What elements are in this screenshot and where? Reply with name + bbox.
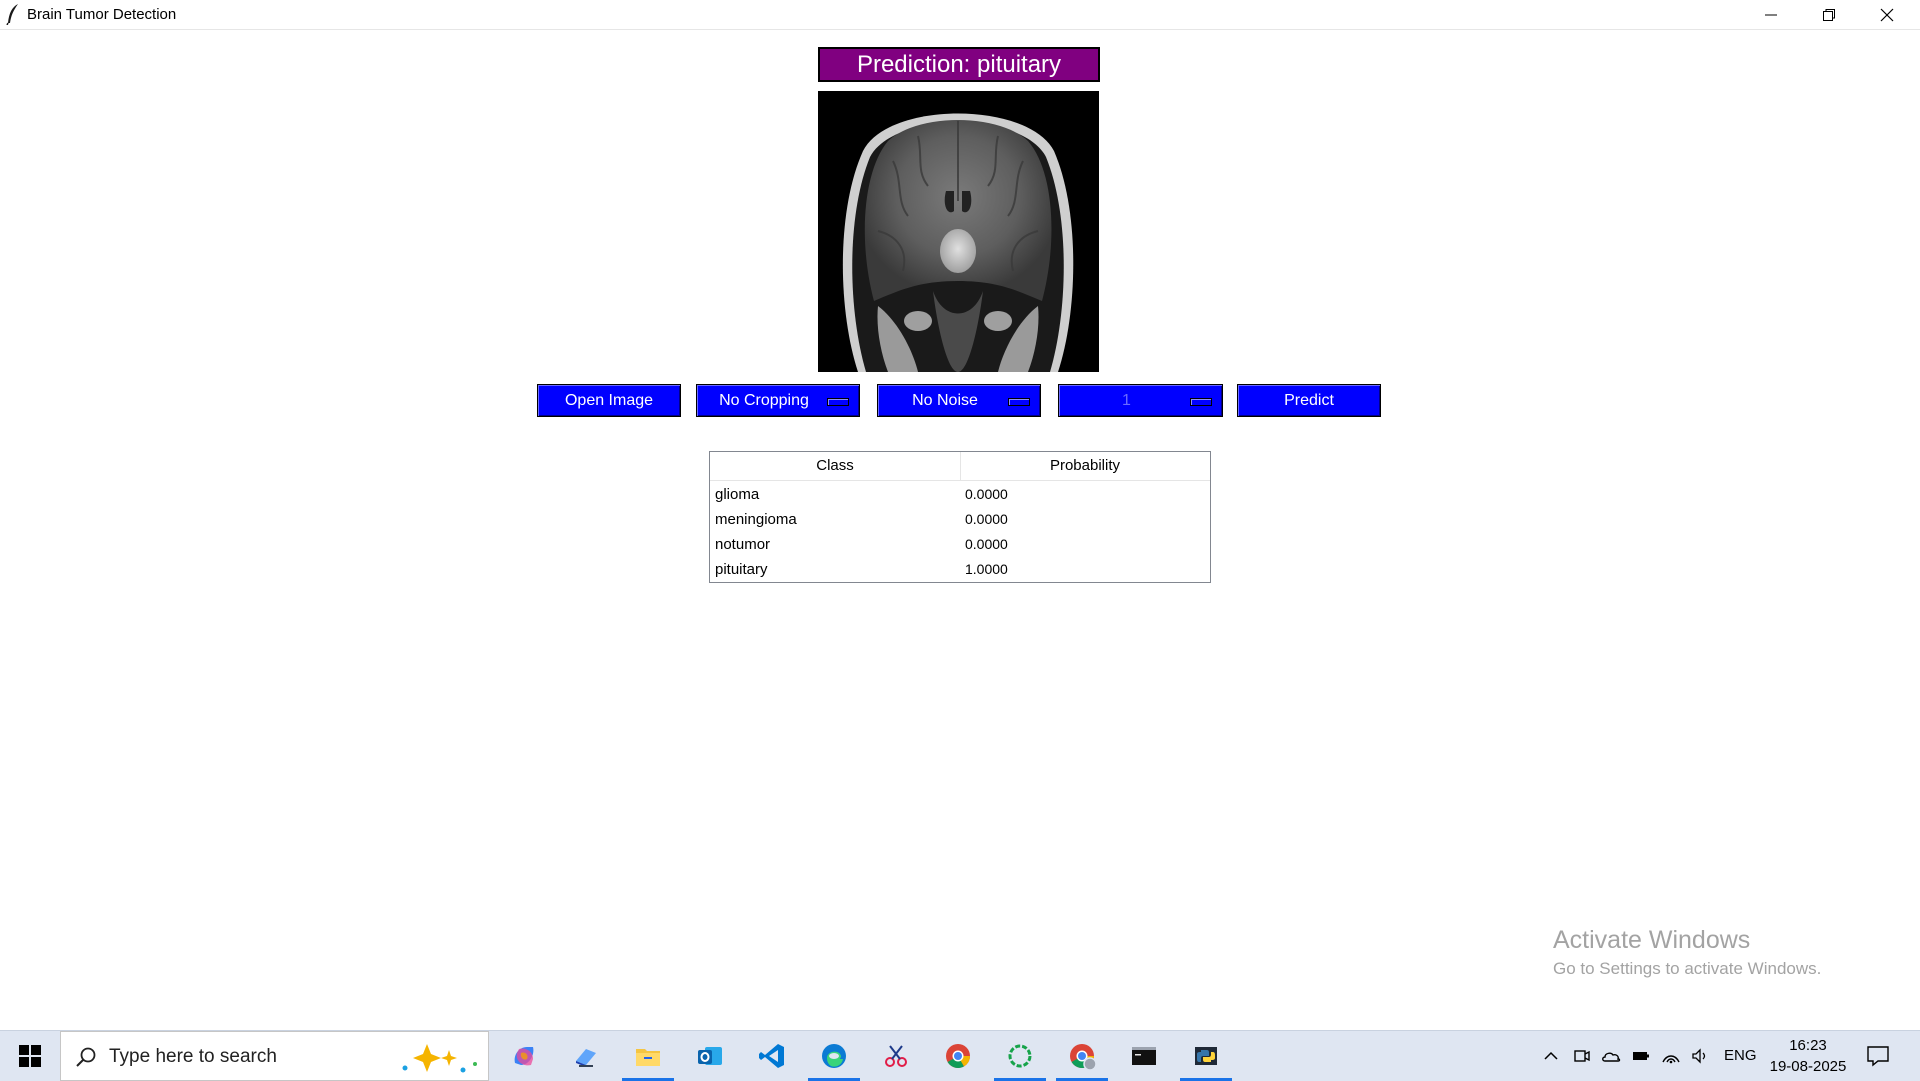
taskbar-terminal[interactable] — [1114, 1031, 1174, 1081]
window-title: Brain Tumor Detection — [27, 6, 177, 23]
input-language[interactable]: ENG — [1724, 1047, 1757, 1064]
noise-dropdown[interactable]: No Noise — [877, 384, 1041, 417]
dropdown-indicator-icon — [1190, 398, 1212, 406]
table-row[interactable]: pituitary 1.0000 — [710, 557, 1210, 582]
class-cell: meningioma — [715, 511, 797, 528]
class-cell: notumor — [715, 536, 771, 553]
dropdown-indicator-icon — [1008, 398, 1030, 406]
column-header-probability[interactable]: Probability — [960, 452, 1210, 480]
sparkle-icon — [402, 1044, 477, 1073]
loading-ring-icon — [1008, 1044, 1032, 1068]
open-image-label: Open Image — [564, 391, 654, 409]
probability-cell: 0.0000 — [965, 511, 1008, 527]
probability-cell: 0.0000 — [965, 486, 1008, 502]
meet-icon[interactable] — [1572, 1046, 1592, 1066]
chevron-up-icon[interactable] — [1541, 1046, 1561, 1066]
taskbar-clock[interactable]: 16:23 19-08-2025 — [1766, 1035, 1850, 1077]
taskbar-snipping-tool[interactable] — [866, 1031, 926, 1081]
activation-watermark: Activate Windows Go to Settings to activ… — [1553, 924, 1821, 980]
taskbar: Type here to search ENG 16:23 19-08-2025 — [0, 1030, 1920, 1081]
restore-button[interactable] — [1800, 0, 1858, 29]
volume-icon[interactable] — [1690, 1046, 1710, 1066]
windows-logo-icon — [19, 1045, 41, 1067]
clock-time: 16:23 — [1789, 1037, 1827, 1054]
edge-icon — [822, 1044, 846, 1068]
table-row[interactable]: notumor 0.0000 — [710, 532, 1210, 557]
wifi-icon[interactable] — [1661, 1046, 1681, 1066]
predict-label: Predict — [1284, 391, 1334, 409]
clock-date: 19-08-2025 — [1769, 1058, 1847, 1075]
table-row[interactable]: meningioma 0.0000 — [710, 507, 1210, 532]
close-icon — [1880, 8, 1894, 21]
probability-cell: 0.0000 — [965, 536, 1008, 552]
onedrive-icon[interactable] — [1601, 1046, 1621, 1066]
restore-icon — [1823, 8, 1835, 21]
mri-image — [818, 91, 1099, 372]
chrome-icon — [946, 1044, 970, 1069]
results-table[interactable]: Class Probability glioma 0.0000 meningio… — [709, 451, 1211, 583]
taskbar-edge[interactable] — [804, 1031, 864, 1081]
class-cell: glioma — [715, 486, 760, 503]
cropping-dropdown[interactable]: No Cropping — [696, 384, 860, 417]
battery-icon[interactable] — [1631, 1046, 1651, 1066]
watermark-subtitle: Go to Settings to activate Windows. — [1553, 959, 1822, 978]
class-cell: pituitary — [715, 561, 768, 578]
taskbar-file-explorer[interactable] — [618, 1031, 678, 1081]
probability-cell: 1.0000 — [965, 561, 1008, 577]
desktop-icon — [576, 1049, 596, 1067]
notification-icon[interactable] — [1866, 1045, 1890, 1067]
minimize-button[interactable] — [1742, 0, 1800, 29]
file-explorer-icon — [636, 1049, 660, 1066]
start-button[interactable] — [0, 1031, 60, 1081]
snipping-tool-icon — [885, 1045, 907, 1067]
taskbar-vscode[interactable] — [742, 1031, 802, 1081]
copilot-icon — [514, 1047, 534, 1066]
feather-icon — [4, 3, 22, 26]
table-header: Class Probability — [710, 452, 1210, 481]
taskbar-copilot[interactable] — [494, 1031, 554, 1081]
prediction-label: Prediction: pituitary — [818, 47, 1100, 82]
open-image-button[interactable]: Open Image — [537, 384, 681, 417]
column-header-class[interactable]: Class — [710, 452, 961, 480]
taskbar-desktop[interactable] — [556, 1031, 616, 1081]
outlook-icon — [698, 1047, 722, 1065]
taskbar-chrome-profile[interactable] — [1052, 1031, 1112, 1081]
dropdown-indicator-icon — [827, 398, 849, 406]
python-icon — [1195, 1047, 1217, 1065]
title-bar: Brain Tumor Detection — [0, 0, 1920, 30]
vscode-icon — [759, 1044, 784, 1068]
watermark-title: Activate Windows — [1553, 926, 1751, 954]
chrome-profile-icon — [1070, 1044, 1097, 1071]
taskbar-python[interactable] — [1176, 1031, 1236, 1081]
taskbar-search-box[interactable]: Type here to search — [60, 1031, 489, 1081]
minimize-icon — [1765, 14, 1777, 15]
terminal-icon — [1132, 1047, 1156, 1065]
taskbar-outlook[interactable] — [680, 1031, 740, 1081]
taskbar-chrome[interactable] — [928, 1031, 988, 1081]
table-row[interactable]: glioma 0.0000 — [710, 482, 1210, 507]
search-icon — [76, 1047, 96, 1067]
taskbar-loading-app[interactable] — [990, 1031, 1050, 1081]
search-placeholder: Type here to search — [109, 1046, 277, 1067]
count-dropdown[interactable]: 1 — [1058, 384, 1223, 417]
predict-button[interactable]: Predict — [1237, 384, 1381, 417]
close-button[interactable] — [1858, 0, 1916, 29]
